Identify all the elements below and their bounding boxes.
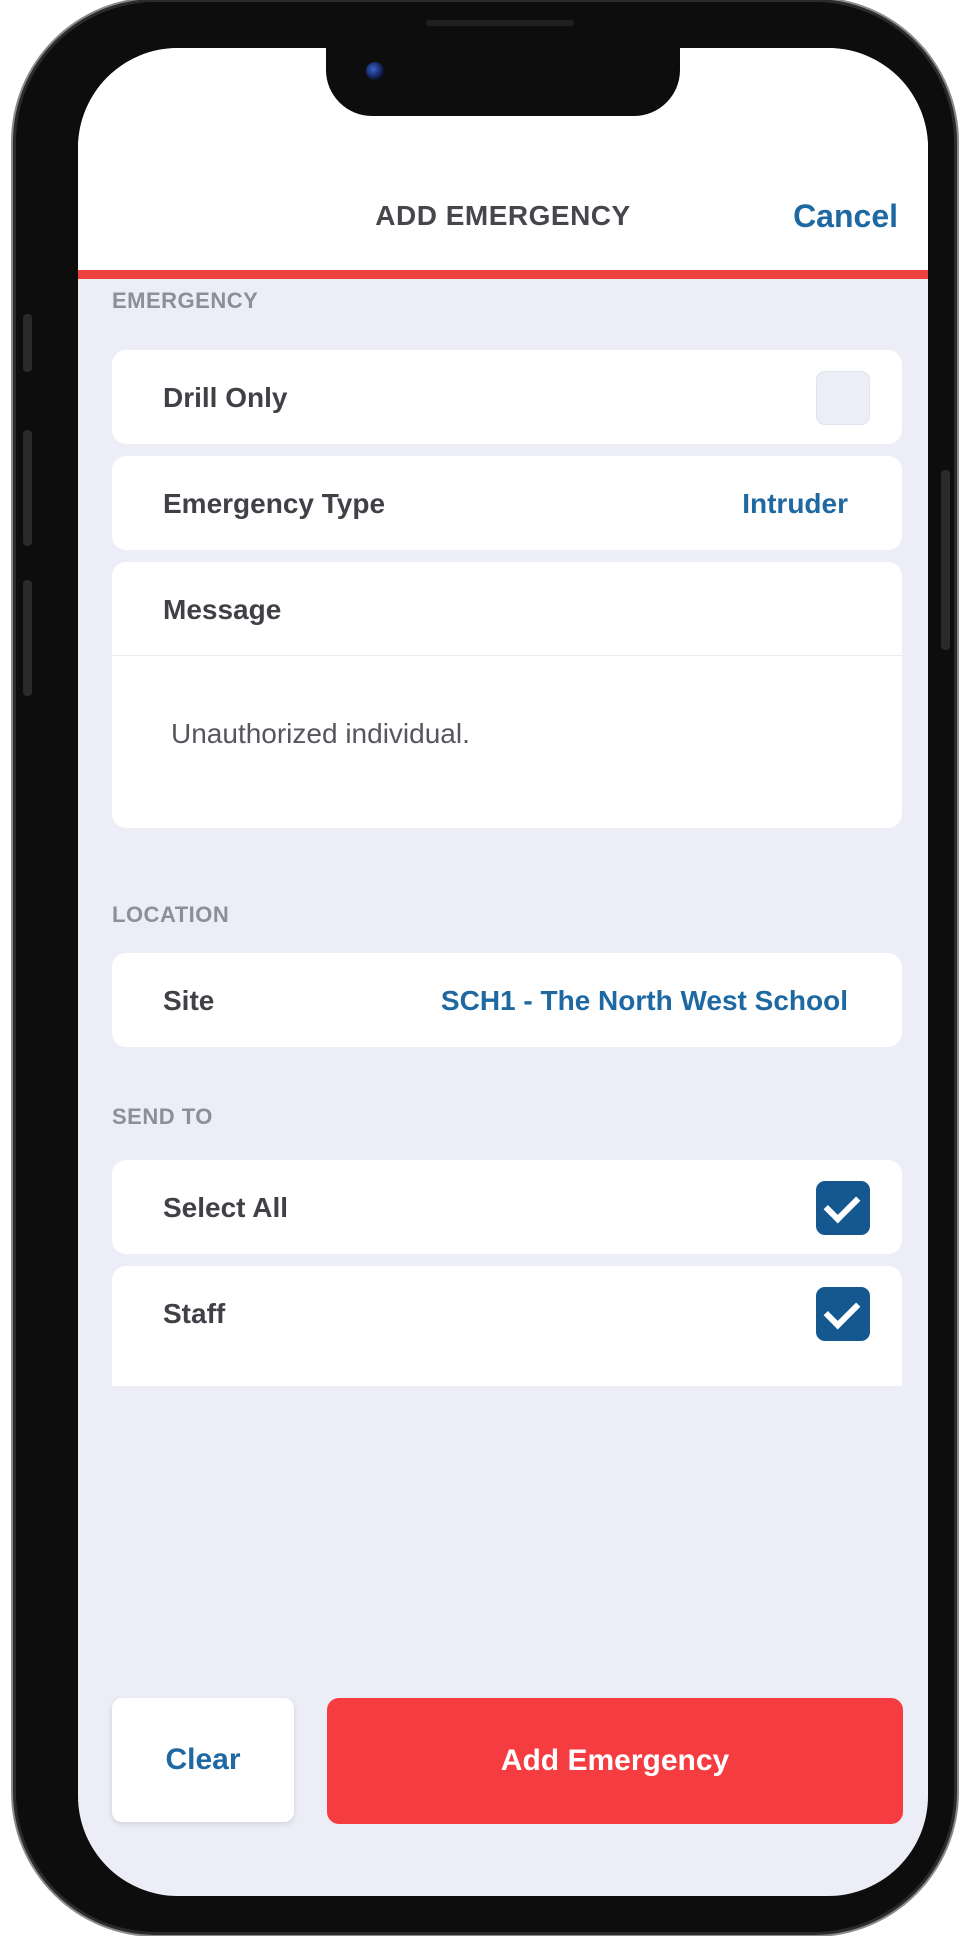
notch <box>326 48 680 116</box>
select-all-row[interactable]: Select All <box>112 1160 902 1254</box>
drill-only-row[interactable]: Drill Only <box>112 350 902 444</box>
message-textarea[interactable]: Unauthorized individual. <box>171 718 470 750</box>
staff-label: Staff <box>163 1298 226 1329</box>
front-camera-icon <box>366 62 384 80</box>
site-value[interactable]: SCH1 - The North West School <box>441 985 848 1017</box>
staff-row[interactable]: Staff <box>112 1266 902 1386</box>
clear-button[interactable]: Clear <box>112 1698 294 1822</box>
section-label-send-to: SEND TO <box>112 1104 213 1129</box>
mute-switch <box>23 314 32 372</box>
message-card: Message Unauthorized individual. <box>112 562 902 828</box>
phone-frame: ADD EMERGENCY Cancel EMERGENCY Drill Onl… <box>16 2 954 1932</box>
select-all-label: Select All <box>163 1192 289 1223</box>
volume-down-button <box>23 580 32 696</box>
select-all-checkbox[interactable] <box>816 1181 870 1235</box>
emergency-type-label: Emergency Type <box>163 488 386 519</box>
drill-only-checkbox[interactable] <box>816 371 870 425</box>
emergency-type-value[interactable]: Intruder <box>742 488 848 520</box>
checkmark-icon <box>823 1186 861 1224</box>
staff-checkbox[interactable] <box>816 1287 870 1341</box>
emergency-type-row[interactable]: Emergency Type Intruder <box>112 456 902 550</box>
message-divider <box>112 655 902 656</box>
add-emergency-button[interactable]: Add Emergency <box>327 1698 903 1824</box>
drill-only-label: Drill Only <box>163 382 288 413</box>
site-label: Site <box>163 985 215 1016</box>
cancel-button[interactable]: Cancel <box>793 198 898 235</box>
speaker-grille <box>426 20 574 26</box>
message-label: Message <box>163 594 282 625</box>
power-button <box>941 470 950 650</box>
section-label-emergency: EMERGENCY <box>112 288 259 313</box>
checkmark-icon <box>823 1292 861 1330</box>
app-screen: ADD EMERGENCY Cancel EMERGENCY Drill Onl… <box>78 48 928 1896</box>
volume-up-button <box>23 430 32 546</box>
section-label-location: LOCATION <box>112 902 230 927</box>
site-row[interactable]: Site SCH1 - The North West School <box>112 953 902 1047</box>
